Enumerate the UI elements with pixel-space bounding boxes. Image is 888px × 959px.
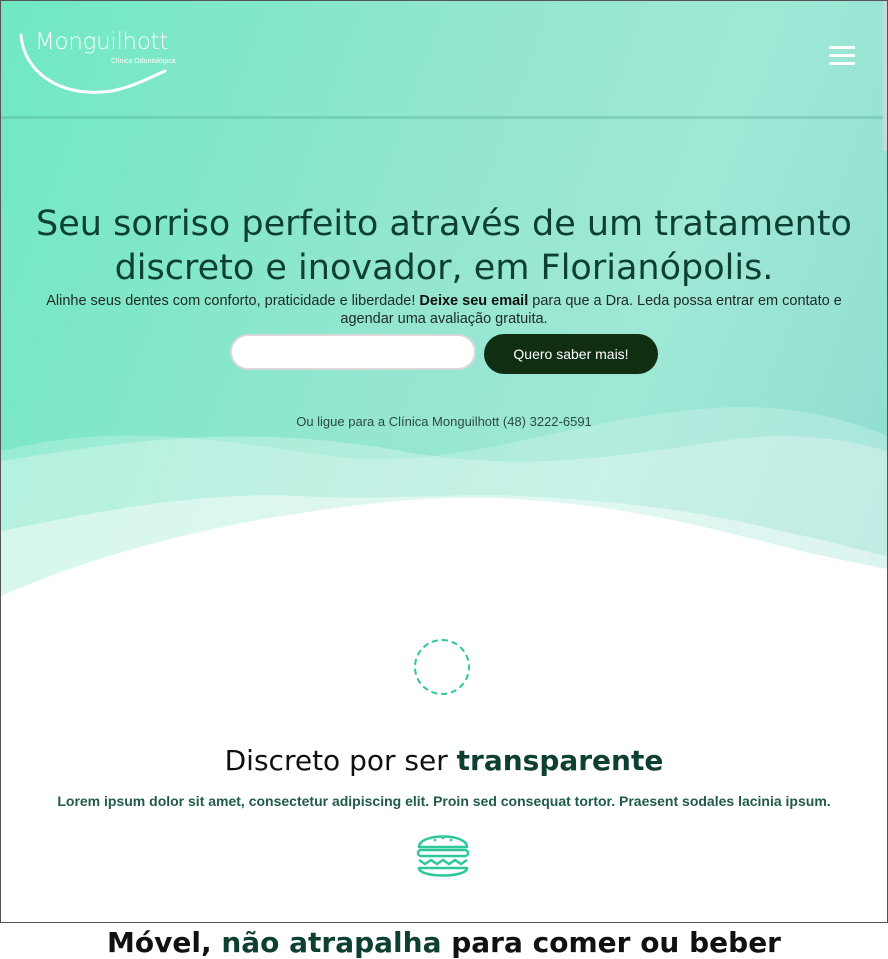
subtext-bold: Deixe seu email: [419, 292, 529, 309]
email-input[interactable]: [230, 334, 476, 370]
brand-name: Monguilhott: [35, 29, 169, 55]
dashed-circle-icon: [414, 639, 470, 695]
feature-title-plain: Discreto por ser: [224, 744, 457, 778]
burger-icon: [416, 835, 470, 877]
cta-button[interactable]: Quero saber mais!: [484, 334, 658, 374]
hero-section: Monguilhott Clínica Odontológica Seu sor…: [1, 1, 887, 601]
feature2-title-plain: Móvel,: [107, 926, 222, 959]
brand-logo[interactable]: Monguilhott Clínica Odontológica: [17, 29, 192, 101]
feature-text: Lorem ipsum dolor sit amet, consectetur …: [57, 793, 831, 809]
brand-tagline: Clínica Odontológica: [111, 58, 176, 65]
scrollbar[interactable]: [883, 1, 887, 151]
feature2-title-plain: para comer ou beber: [441, 926, 781, 959]
hero-waves: [1, 407, 887, 601]
subtext-part: Alinhe seus dentes com conforto, pratici…: [46, 292, 420, 309]
hero-headline: Seu sorriso perfeito através de um trata…: [36, 204, 852, 289]
hamburger-menu-icon[interactable]: [829, 46, 857, 70]
feature2-title-bold: não atrapalha: [221, 926, 442, 959]
feature-title-2: Móvel, não atrapalha para comer ou beber: [1, 926, 887, 959]
phone-text: Ou ligue para a Clínica Monguilhott (48)…: [296, 414, 592, 429]
feature-title-bold: transparente: [456, 744, 664, 778]
feature-title: Discreto por ser transparente: [1, 744, 887, 777]
hero-subtext: Alinhe seus dentes com conforto, pratici…: [31, 292, 857, 328]
header-bar: Monguilhott Clínica Odontológica: [1, 1, 887, 119]
